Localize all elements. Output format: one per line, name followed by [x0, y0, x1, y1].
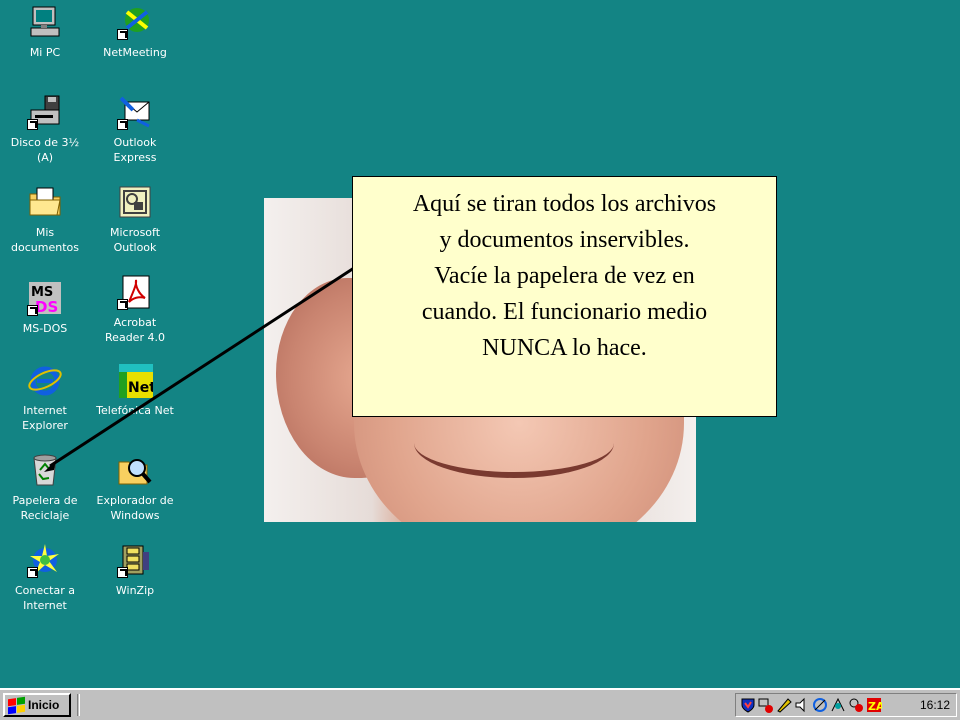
winzip-icon	[117, 542, 153, 578]
callout-line: Vacíe la papelera de vez en	[434, 263, 695, 289]
connection-icon[interactable]	[830, 697, 846, 713]
desktop-icon-microsoft-outlook[interactable]: Microsoft Outlook	[90, 184, 180, 255]
acrobat-reader-icon	[117, 274, 153, 310]
connect-internet-icon	[27, 542, 63, 578]
desktop-icon-telefonica-net[interactable]: Net Telefónica Net	[90, 362, 180, 418]
callout-box: Aquí se tiran todos los archivos y docum…	[352, 176, 777, 417]
desktop-icon-label: Disco de 3½ (A)	[10, 136, 80, 164]
callout-line: y documentos inservibles.	[439, 227, 690, 253]
netmeeting-icon	[117, 4, 153, 40]
desktop-icon-label: Mis documentos	[11, 226, 79, 254]
my-computer-icon	[27, 4, 63, 40]
telefonica-net-icon: Net	[117, 362, 156, 398]
desktop-icon-label: WinZip	[115, 584, 155, 597]
desktop-icon-papelera[interactable]: Papelera de Reciclaje	[0, 452, 90, 523]
taskbar: Inicio ZA 16:12	[0, 688, 960, 720]
desktop-icon-internet-explorer[interactable]: Internet Explorer	[0, 362, 90, 433]
system-tray: ZA 16:12	[735, 693, 957, 717]
desktop-icon-mi-pc[interactable]: Mi PC	[0, 4, 90, 60]
pen-icon[interactable]	[776, 697, 792, 713]
shortcut-arrow-icon	[27, 119, 38, 130]
taskbar-clock[interactable]: 16:12	[920, 698, 950, 712]
desktop-icon-label: Conectar a Internet	[14, 584, 75, 612]
desktop-icon-winzip[interactable]: WinZip	[90, 542, 180, 598]
speaker-icon[interactable]	[794, 697, 810, 713]
desktop-icon-label: Mi PC	[29, 46, 61, 59]
antivirus-icon[interactable]	[812, 697, 828, 713]
desktop-icon-ms-dos[interactable]: MS DS MS-DOS	[0, 280, 90, 336]
windows-explorer-icon	[117, 452, 153, 488]
desktop-icon-acrobat-reader[interactable]: Acrobat Reader 4.0	[90, 274, 180, 345]
start-button-label: Inicio	[28, 698, 60, 712]
outlook-express-icon	[117, 94, 153, 130]
shortcut-arrow-icon	[117, 299, 128, 310]
taskbar-grip[interactable]	[77, 694, 80, 716]
internet-explorer-icon	[27, 362, 63, 398]
shortcut-arrow-icon	[117, 119, 128, 130]
desktop-icon-conectar-internet[interactable]: Conectar a Internet	[0, 542, 90, 613]
callout-line: cuando. El funcionario medio	[421, 299, 708, 325]
recycle-bin-icon	[27, 452, 63, 488]
svg-text:Net: Net	[128, 380, 153, 396]
desktop-icon-disco-a[interactable]: Disco de 3½ (A)	[0, 94, 90, 165]
shield-icon[interactable]	[740, 697, 756, 713]
desktop-icon-label: Microsoft Outlook	[109, 226, 161, 254]
virus-scan-icon[interactable]	[848, 697, 864, 713]
shortcut-arrow-icon	[117, 29, 128, 40]
desktop-icon-mis-documentos[interactable]: Mis documentos	[0, 184, 90, 255]
desktop-icon-netmeeting[interactable]: NetMeeting	[90, 4, 180, 60]
shortcut-arrow-icon	[27, 305, 38, 316]
zonealarm-icon[interactable]: ZA	[866, 697, 885, 713]
desktop-icon-outlook-express[interactable]: Outlook Express	[90, 94, 180, 165]
desktop-icon-label: Acrobat Reader 4.0	[105, 316, 165, 344]
shortcut-arrow-icon	[27, 567, 38, 578]
desktop-icon-label: MS-DOS	[22, 322, 68, 335]
desktop-icon-explorador-windows[interactable]: Explorador de Windows	[90, 452, 180, 523]
desktop-icon-label: Outlook Express	[113, 136, 157, 164]
svg-text:ZA: ZA	[868, 700, 882, 713]
network-icon[interactable]	[758, 697, 774, 713]
callout-line: Aquí se tiran todos los archivos	[412, 191, 717, 217]
desktop-icon-label: Internet Explorer	[22, 404, 68, 432]
desktop-icon-label: Telefónica Net	[96, 404, 174, 417]
desktop-icon-label: Explorador de Windows	[96, 494, 174, 522]
desktop-icon-label: Papelera de Reciclaje	[12, 494, 78, 522]
floppy-drive-icon	[27, 94, 63, 130]
desktop-icon-label: NetMeeting	[103, 46, 167, 59]
svg-text:DS: DS	[35, 298, 58, 316]
shortcut-arrow-icon	[117, 567, 128, 578]
windows-logo-icon	[8, 696, 25, 714]
microsoft-outlook-icon	[117, 184, 153, 220]
my-documents-folder-icon	[27, 184, 63, 220]
start-button[interactable]: Inicio	[3, 693, 71, 717]
ms-dos-icon: MS DS	[27, 280, 63, 316]
callout-line: NUNCA lo hace.	[482, 335, 647, 361]
